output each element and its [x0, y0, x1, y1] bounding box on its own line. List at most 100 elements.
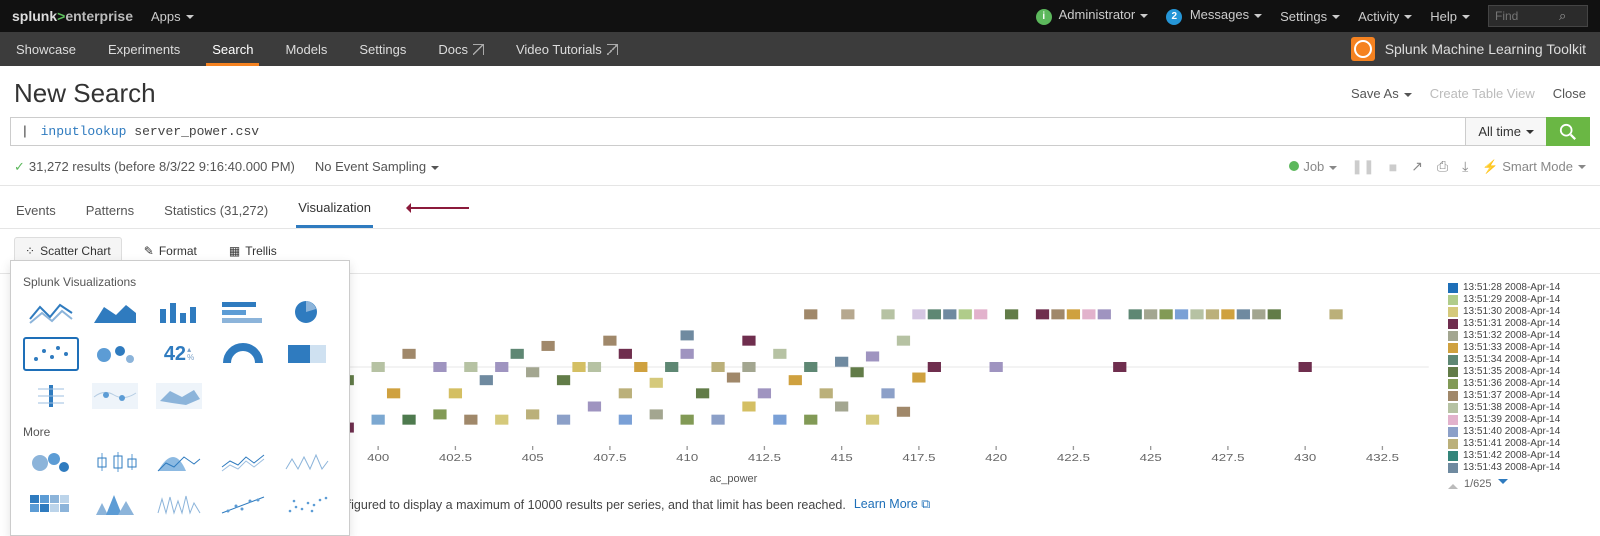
viz-area-icon[interactable]	[87, 295, 143, 329]
tab-events[interactable]: Events	[14, 197, 58, 228]
page-title: New Search	[14, 78, 156, 109]
chart-legend: 13:51:28 2008-Apr-1413:51:29 2008-Apr-14…	[1442, 282, 1592, 490]
check-icon: ✓	[14, 159, 25, 174]
stop-icon[interactable]: ■	[1389, 159, 1397, 175]
viz-filler-gauge-icon[interactable]	[279, 337, 335, 371]
event-sampling[interactable]: No Event Sampling	[315, 159, 439, 174]
svg-text:405: 405	[522, 452, 545, 463]
legend-item[interactable]: 13:51:43 2008-Apr-14	[1448, 462, 1592, 474]
legend-item[interactable]: 13:51:38 2008-Apr-14	[1448, 402, 1592, 414]
find-box[interactable]: ⌕	[1488, 5, 1588, 27]
legend-pager[interactable]: 1/625	[1448, 478, 1592, 490]
viz-bar-icon[interactable]	[215, 295, 271, 329]
legend-item[interactable]: 13:51:36 2008-Apr-14	[1448, 378, 1592, 390]
svg-text:430: 430	[1294, 452, 1317, 463]
nav-models[interactable]: Models	[269, 32, 343, 66]
search-row: | inputlookup server_power.csv All time	[0, 117, 1600, 154]
legend-item[interactable]: 13:51:39 2008-Apr-14	[1448, 414, 1592, 426]
legend-item[interactable]: 13:51:30 2008-Apr-14	[1448, 306, 1592, 318]
nav-showcase[interactable]: Showcase	[0, 32, 92, 66]
viz-section-more: More	[23, 425, 337, 439]
legend-item[interactable]: 13:51:31 2008-Apr-14	[1448, 318, 1592, 330]
print-icon[interactable]: ⎙	[1437, 158, 1448, 175]
legend-item[interactable]: 13:51:32 2008-Apr-14	[1448, 330, 1592, 342]
viz-more-downsampled-icon[interactable]	[151, 487, 207, 521]
page-header: New Search Save As Create Table View Clo…	[0, 66, 1600, 117]
viz-choropleth-map-icon[interactable]	[151, 379, 207, 413]
apps-menu[interactable]: Apps	[151, 9, 194, 24]
nav-settings[interactable]: Settings	[343, 32, 422, 66]
create-table-view: Create Table View	[1430, 86, 1535, 101]
lightning-icon: ⚡	[1482, 159, 1498, 174]
messages-badge: 2	[1166, 9, 1182, 25]
legend-next-icon[interactable]	[1498, 479, 1508, 489]
run-search-button[interactable]	[1546, 117, 1590, 146]
viz-more-scattermatrix-icon[interactable]	[279, 487, 335, 521]
viz-line-icon[interactable]	[23, 295, 79, 329]
nav-search[interactable]: Search	[196, 32, 269, 66]
info-icon: i	[1036, 9, 1052, 25]
save-as-menu[interactable]: Save As	[1351, 86, 1412, 101]
legend-item[interactable]: 13:51:33 2008-Apr-14	[1448, 342, 1592, 354]
svg-text:420: 420	[985, 452, 1008, 463]
viz-cluster-map-icon[interactable]	[87, 379, 143, 413]
legend-item[interactable]: 13:51:29 2008-Apr-14	[1448, 294, 1592, 306]
legend-item[interactable]: 13:51:28 2008-Apr-14	[1448, 282, 1592, 294]
svg-text:432.5: 432.5	[1366, 452, 1400, 463]
help-menu[interactable]: Help	[1430, 9, 1470, 24]
viz-more-outliers-icon[interactable]	[279, 445, 335, 479]
share-icon[interactable]: ↗	[1411, 158, 1423, 175]
nav-docs[interactable]: Docs	[422, 32, 500, 66]
svg-text:410: 410	[676, 452, 699, 463]
legend-item[interactable]: 13:51:37 2008-Apr-14	[1448, 390, 1592, 402]
legend-item[interactable]: 13:51:40 2008-Apr-14	[1448, 426, 1592, 438]
search-input[interactable]: | inputlookup server_power.csv	[10, 117, 1465, 146]
settings-menu[interactable]: Settings	[1280, 9, 1340, 24]
export-icon[interactable]: ⤓	[1462, 158, 1468, 175]
viz-more-clusters-icon[interactable]	[23, 445, 79, 479]
viz-scatter-icon[interactable]	[23, 337, 79, 371]
search-icon: ⌕	[1559, 8, 1566, 24]
learn-more-link[interactable]: Learn More ⧉	[854, 497, 930, 512]
tab-statistics[interactable]: Statistics (31,272)	[162, 197, 270, 228]
job-menu[interactable]: Job	[1289, 159, 1337, 174]
nav-video-tutorials[interactable]: Video Tutorials	[500, 32, 634, 66]
messages-menu[interactable]: 2 Messages	[1166, 7, 1262, 25]
nav-experiments[interactable]: Experiments	[92, 32, 196, 66]
viz-more-histogram-icon[interactable]	[87, 487, 143, 521]
viz-marker-gauge-icon[interactable]	[23, 379, 79, 413]
splunk-logo: splunk>enterprise	[12, 8, 133, 24]
activity-menu[interactable]: Activity	[1358, 9, 1412, 24]
close-button[interactable]: Close	[1553, 86, 1586, 101]
viz-more-distribution-icon[interactable]	[151, 445, 207, 479]
viz-bubble-icon[interactable]	[87, 337, 143, 371]
time-range-picker[interactable]: All time	[1465, 117, 1546, 146]
viz-picker-dropdown: Splunk Visualizations 42▴% More	[10, 260, 350, 536]
global-topbar: splunk>enterprise Apps i Administrator 2…	[0, 0, 1600, 32]
svg-text:400: 400	[367, 452, 390, 463]
tab-visualization[interactable]: Visualization	[296, 194, 373, 228]
viz-column-icon[interactable]	[151, 295, 207, 329]
viz-pie-icon[interactable]	[279, 295, 335, 329]
find-input[interactable]	[1489, 9, 1559, 23]
viz-more-forecast-icon[interactable]	[215, 445, 271, 479]
pause-icon[interactable]: ❚❚	[1351, 158, 1374, 175]
legend-item[interactable]: 13:51:42 2008-Apr-14	[1448, 450, 1592, 462]
legend-item[interactable]: 13:51:35 2008-Apr-14	[1448, 366, 1592, 378]
viz-section-label: Splunk Visualizations	[23, 275, 337, 289]
svg-text:417.5: 417.5	[902, 452, 936, 463]
viz-radial-gauge-icon[interactable]	[215, 337, 271, 371]
legend-prev-icon[interactable]	[1448, 479, 1458, 489]
viz-more-heatmap-icon[interactable]	[23, 487, 79, 521]
external-icon: ⧉	[921, 497, 930, 511]
viz-more-boxplot-icon[interactable]	[87, 445, 143, 479]
admin-menu[interactable]: i Administrator	[1036, 7, 1148, 25]
search-mode[interactable]: ⚡ Smart Mode	[1482, 159, 1586, 175]
app-navbar: ShowcaseExperimentsSearchModelsSettingsD…	[0, 32, 1600, 66]
legend-item[interactable]: 13:51:41 2008-Apr-14	[1448, 438, 1592, 450]
viz-single-value-icon[interactable]: 42▴%	[151, 337, 207, 371]
legend-item[interactable]: 13:51:34 2008-Apr-14	[1448, 354, 1592, 366]
result-tabs: Events Patterns Statistics (31,272) Visu…	[0, 186, 1600, 229]
viz-more-scatterline-icon[interactable]	[215, 487, 271, 521]
tab-patterns[interactable]: Patterns	[84, 197, 136, 228]
